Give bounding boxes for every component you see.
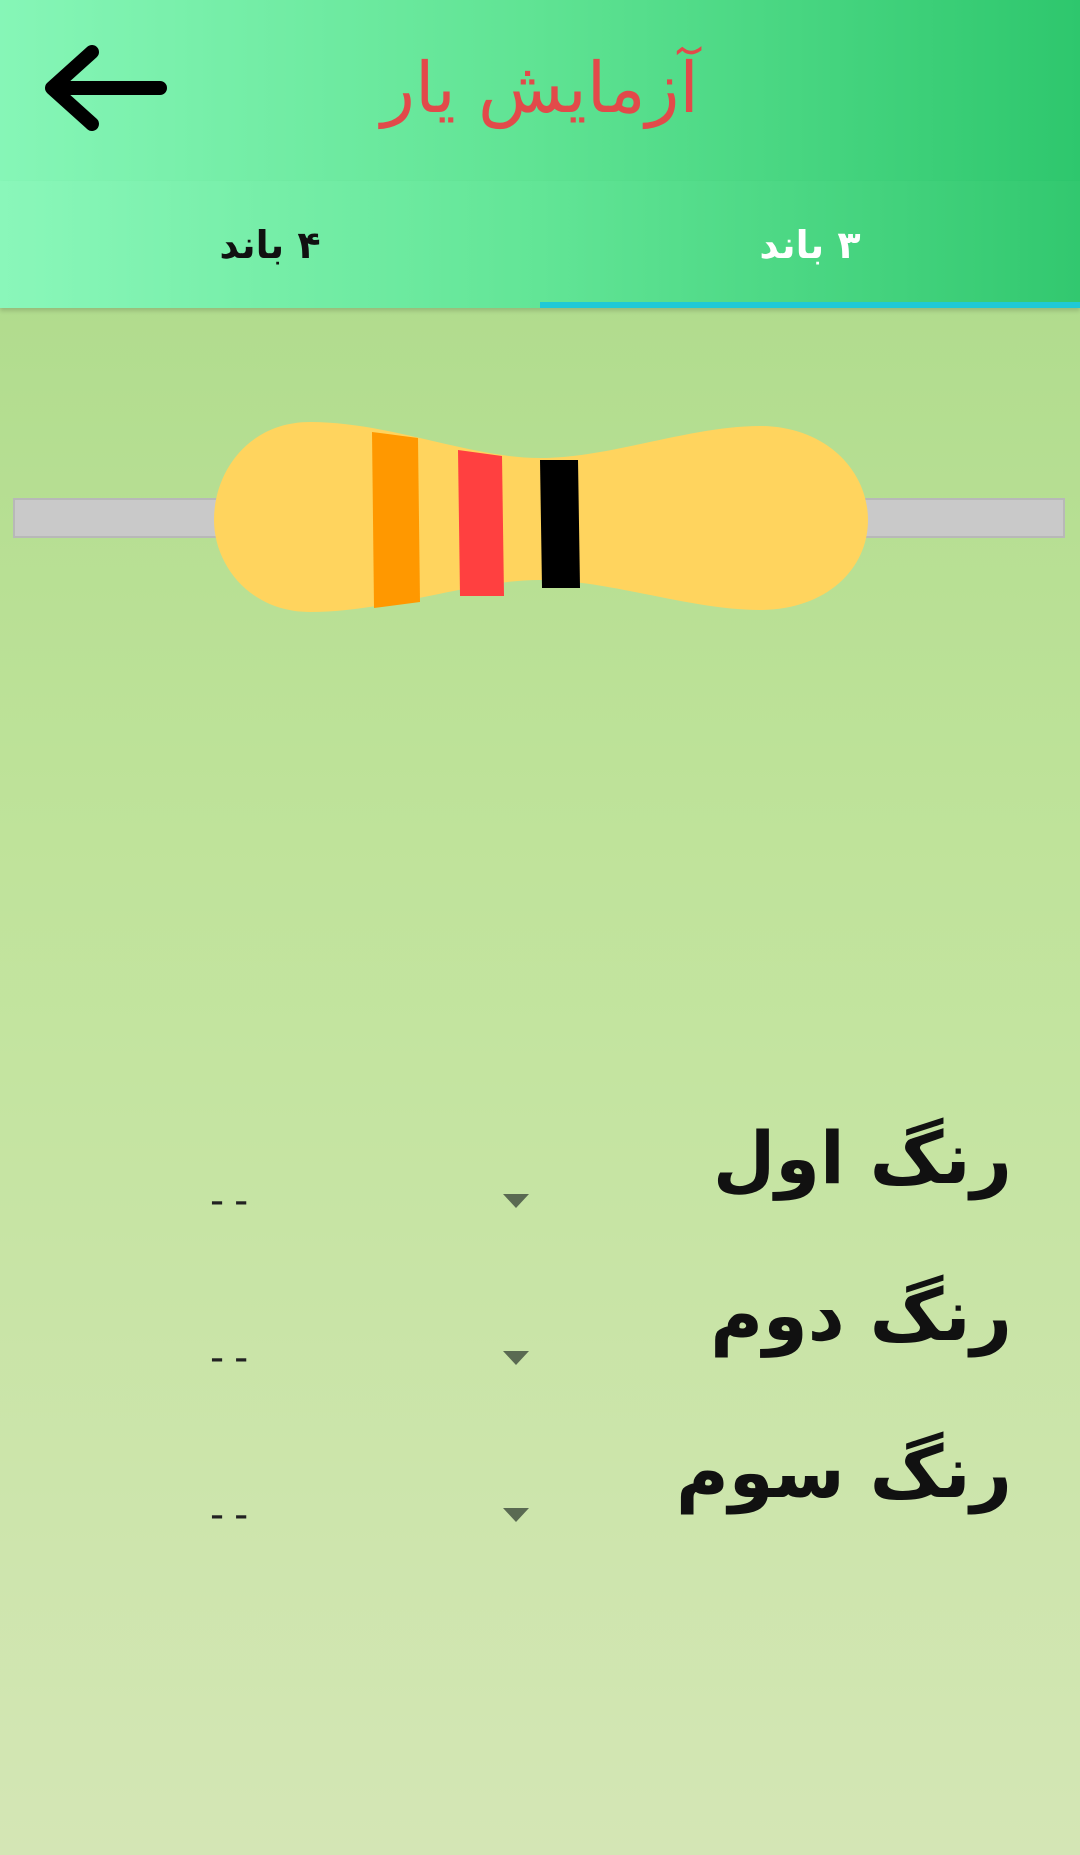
resistor-band-3 bbox=[540, 460, 580, 588]
chevron-down-icon[interactable] bbox=[503, 1508, 529, 1522]
app-bar: آزمایش یار bbox=[0, 0, 1080, 181]
tab-bar: ۴ باند ۳ باند bbox=[0, 181, 1080, 308]
first-color-select[interactable]: -- bbox=[205, 1176, 253, 1226]
resistor-band-2 bbox=[458, 450, 504, 596]
third-color-select[interactable]: -- bbox=[205, 1490, 253, 1540]
resistor-lead-right bbox=[851, 498, 1065, 538]
tab-3-band[interactable]: ۳ باند bbox=[540, 181, 1080, 308]
app-title: آزمایش یار bbox=[381, 47, 699, 129]
second-color-label: رنگ دوم bbox=[710, 1273, 1012, 1357]
resistor-illustration bbox=[13, 422, 1065, 612]
chevron-down-icon[interactable] bbox=[503, 1351, 529, 1365]
third-color-label: رنگ سوم bbox=[676, 1430, 1012, 1514]
chevron-down-icon[interactable] bbox=[503, 1194, 529, 1208]
tab-4-band[interactable]: ۴ باند bbox=[0, 181, 540, 308]
resistor-lead-left bbox=[13, 498, 225, 538]
tab-indicator bbox=[540, 302, 1080, 308]
resistor-band-1 bbox=[372, 432, 420, 608]
first-color-label: رنگ اول bbox=[712, 1116, 1012, 1200]
second-color-select[interactable]: -- bbox=[205, 1333, 253, 1383]
